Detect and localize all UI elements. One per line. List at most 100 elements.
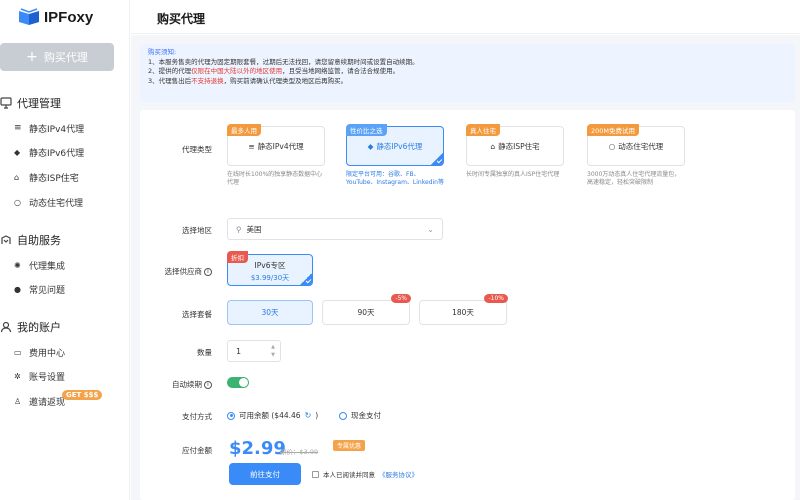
sidebar-item-isp[interactable]: ⌂ 静态ISP住宅 (14, 171, 79, 184)
sidebar-group-account[interactable]: 我的账户 (0, 319, 61, 335)
sidebar-item-integration[interactable]: ✺ 代理集成 (14, 259, 65, 272)
sidebar-item-settings[interactable]: ✲ 账号设置 (14, 370, 65, 383)
list-icon: ≡ (14, 123, 22, 133)
search-icon: ⚲ (236, 224, 242, 234)
purchase-notice: 购买须知: 1、本服务售卖的代理为固定期限套餐，过期后无法找回，请您留意续期时间… (140, 44, 795, 102)
list-icon: ≡ (248, 141, 255, 151)
info-icon[interactable]: i (204, 381, 212, 389)
header: 购买代理 (131, 0, 800, 34)
stepper-arrows-icon[interactable]: ▲ ▼ (271, 343, 275, 359)
buy-proxy-label: 购买代理 (43, 51, 88, 64)
app: IPFoxy + 购买代理 代理管理 ≡ 静态IPv4代理 ◆ 静态IPv6代理… (0, 0, 800, 500)
provider-label-text: 选择供应商 (164, 267, 203, 276)
sidebar-group-service[interactable]: 自助服务 (0, 232, 61, 248)
pay-balance-label: 可用余额 ($44.46 (239, 411, 301, 420)
sidebar-item-ipv4[interactable]: ≡ 静态IPv4代理 (14, 122, 85, 136)
layers-icon: ◆ (14, 148, 21, 157)
quantity-label: 数量 (197, 348, 212, 357)
sidebar-item-ipv6[interactable]: ◆ 静态IPv6代理 (14, 146, 84, 159)
service-icon (1, 235, 11, 244)
auto-renew-label: 自动续期 i (142, 379, 212, 390)
quantity-stepper[interactable]: 1 ▲ ▼ (227, 340, 281, 362)
sidebar-group-label: 我的账户 (17, 321, 61, 334)
gear-icon: ✺ (14, 261, 21, 270)
proxy-type-label: 代理类型 (182, 145, 212, 154)
logo[interactable]: IPFoxy (18, 8, 93, 26)
home-icon: ⌂ (490, 141, 496, 151)
service-agreement-link[interactable]: 《服务协议》 (379, 469, 418, 479)
user-icon (0, 321, 12, 333)
pay-balance-option[interactable]: 可用余额 ($44.46 ↻) (227, 410, 318, 421)
page-title: 购买代理 (157, 12, 206, 26)
sidebar-item-label: 代理集成 (29, 262, 66, 272)
invite-badge: GET $$$ (62, 390, 103, 400)
sidebar-group-label: 自助服务 (17, 234, 61, 247)
sidebar-item-faq[interactable]: ● 常见问题 (14, 283, 65, 296)
amount-label: 应付金额 (182, 446, 212, 455)
region-select[interactable]: ⚲ 美国 ⌄ (227, 218, 443, 240)
type-tag: 真人住宅 (466, 124, 500, 136)
type-option-ipv6[interactable]: 性价比之选 ◆ 静态IPv6代理 (346, 124, 444, 166)
quantity-value: 1 (236, 346, 242, 356)
type-label: 静态IPv4代理 (257, 141, 304, 151)
card-icon: ▭ (14, 348, 22, 357)
layers-icon: ◆ (367, 141, 374, 151)
plan-option-30[interactable]: 30天 (227, 300, 313, 325)
selected-check-icon (431, 153, 443, 165)
type-tag: 最多人用 (227, 124, 261, 136)
plan-label-text: 180天 (452, 308, 474, 317)
agree-checkbox[interactable] (312, 470, 319, 478)
sidebar-item-label: 静态IPv6代理 (29, 149, 85, 159)
notice-text: 3、代理售出后 (148, 76, 192, 85)
info-icon[interactable]: i (204, 268, 212, 276)
settings-icon: ✲ (14, 372, 21, 381)
type-desc: 长时间专属独享的真人ISP住宅代理 (466, 171, 560, 178)
notice-text: ，购买前请确认代理类型及地区后再购买。 (223, 76, 348, 85)
auto-renew-label-text: 自动续期 (172, 380, 202, 389)
type-desc: 在线时长100%的独享静态数据中心代理 (227, 171, 323, 186)
pay-button[interactable]: 前往支付 (229, 463, 301, 485)
plus-icon: + (26, 49, 38, 65)
notice-text: 2、提供的代理 (148, 67, 192, 75)
notice-highlight: 仅限在中国大陆以外的地区使用 (191, 67, 283, 75)
radio-icon (339, 411, 347, 420)
brand-name: IPFoxy (44, 8, 94, 26)
chevron-down-icon: ⌄ (427, 224, 434, 234)
notice-title: 购买须知: (148, 48, 177, 56)
refresh-icon: ○ (608, 141, 616, 151)
sidebar-item-label: 账号设置 (29, 373, 66, 383)
provider-label: 选择供应商 i (142, 266, 212, 277)
sidebar-group-proxy[interactable]: 代理管理 (0, 95, 61, 111)
discount-badge: -5% (391, 294, 411, 303)
sidebar-item-dynamic[interactable]: ○ 动态住宅代理 (14, 196, 83, 209)
type-option-ipv4[interactable]: 最多人用 ≡ 静态IPv4代理 (227, 124, 325, 166)
refresh-balance-icon[interactable]: ↻ (305, 411, 312, 420)
discount-badge: -10% (484, 294, 508, 303)
notice-line: 3、代理售出后不支持退换，购买前请确认代理类型及地区后再购买。 (148, 77, 787, 87)
agreement: 本人已阅读并同意 《服务协议》 (312, 469, 418, 479)
type-desc: 3000万动态真人住宅代理流量包，高速稳定，轻松突破限制 (587, 171, 681, 186)
type-option-dynamic[interactable]: 200M免费试用 ○ 动态住宅代理 (587, 124, 685, 166)
auto-renew-toggle[interactable] (227, 377, 249, 388)
plan-option-90[interactable]: 90天 -5% (322, 294, 411, 325)
notice-highlight: 不支持退换 (191, 76, 224, 85)
sidebar-item-label: 邀请返现 (29, 398, 66, 408)
type-tag: 200M免费试用 (587, 124, 640, 136)
promo-badge: 专属优惠 (333, 440, 366, 451)
type-desc: 限定平台可用：谷歌、FB、YouTube、Instagram、Linkedin等 (346, 171, 444, 186)
buy-proxy-button[interactable]: + 购买代理 (0, 43, 114, 71)
paren: ) (315, 411, 319, 420)
sidebar-item-label: 静态IPv4代理 (29, 125, 85, 135)
provider-option-ipv6[interactable]: 折扣 IPv6专区 $3.99/30天 (227, 251, 313, 286)
pay-cash-option[interactable]: 现金支付 (339, 410, 381, 421)
type-option-isp[interactable]: 真人住宅 ⌂ 静态ISP住宅 (466, 124, 564, 166)
sidebar-item-invite[interactable]: ♙ 邀请返现 (14, 395, 65, 408)
plan-option-180[interactable]: 180天 -10% (419, 294, 508, 325)
sidebar-item-label: 常见问题 (29, 286, 66, 296)
help-icon: ● (14, 285, 21, 294)
pay-cash-label: 现金支付 (351, 411, 381, 420)
notice-text: ，且受当地网络监管，请合法合规使用。 (282, 67, 400, 75)
plan-label-text: 90天 (357, 308, 375, 317)
logo-icon (19, 8, 39, 25)
sidebar-item-billing[interactable]: ▭ 费用中心 (14, 346, 65, 359)
